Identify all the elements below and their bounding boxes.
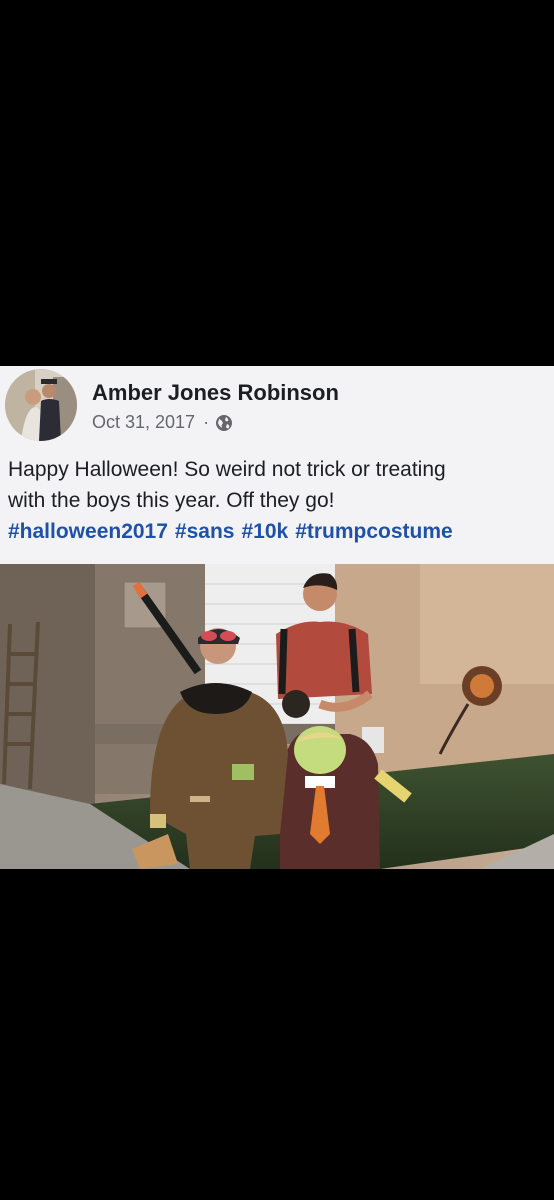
post-header: Amber Jones Robinson Oct 31, 2017 ·: [0, 366, 554, 446]
hashtag-link[interactable]: #trumpcostume: [295, 520, 453, 543]
post-text: Happy Halloween! So weird not trick or t…: [8, 454, 554, 547]
author-name[interactable]: Amber Jones Robinson: [92, 380, 339, 406]
meta-separator: ·: [203, 412, 210, 432]
post-photo[interactable]: [0, 564, 554, 869]
hashtag-list: #halloween2017 #sans #10k #trumpcostume: [8, 516, 554, 547]
post-text-line-1: Happy Halloween! So weird not trick or t…: [8, 458, 446, 481]
hashtag-link[interactable]: #10k: [241, 520, 288, 543]
post-meta: Oct 31, 2017 ·: [92, 412, 233, 433]
facebook-post: Amber Jones Robinson Oct 31, 2017 · Happ…: [0, 366, 554, 869]
hashtag-link[interactable]: #halloween2017: [8, 520, 168, 543]
globe-icon: [215, 414, 233, 432]
post-date[interactable]: Oct 31, 2017: [92, 412, 195, 433]
avatar[interactable]: [5, 369, 77, 441]
hashtag-link[interactable]: #sans: [175, 520, 235, 543]
post-text-line-2: with the boys this year. Off they go!: [8, 489, 335, 512]
